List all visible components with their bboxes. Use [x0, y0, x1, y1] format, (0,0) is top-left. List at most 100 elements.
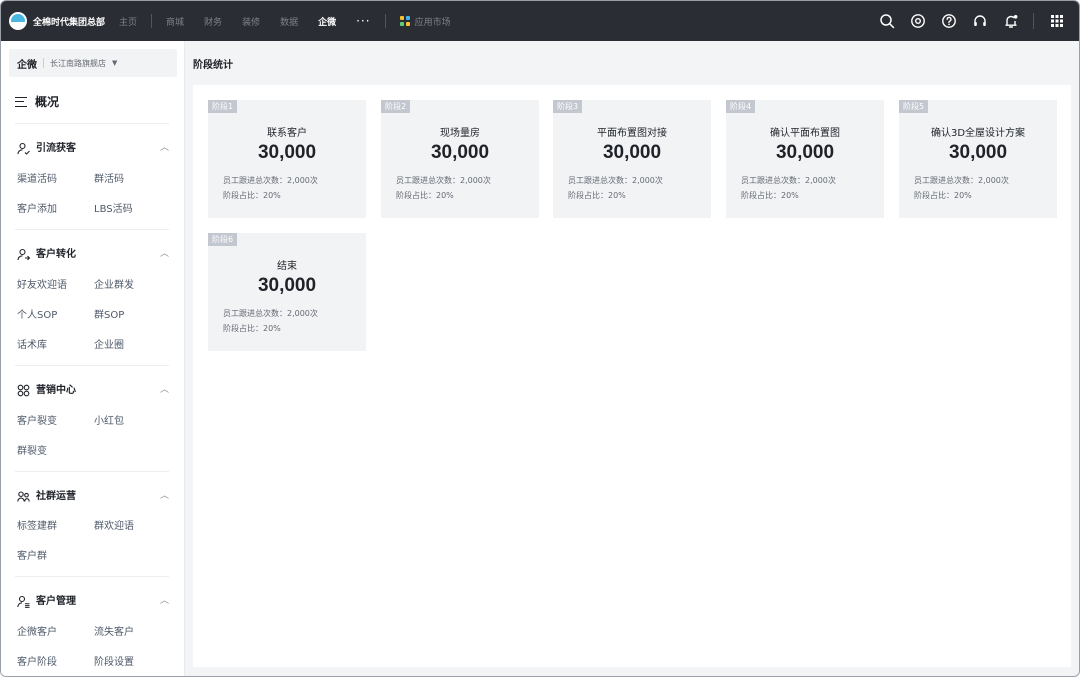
search-icon[interactable]	[879, 13, 895, 29]
stage-tag: 阶段4	[726, 100, 756, 113]
stage-card[interactable]: 阶段6 结束 30,000 员工跟进总次数：2,000次 阶段占比：20%	[208, 233, 366, 351]
customer-manage-icon	[17, 593, 30, 608]
overview-label: 概况	[35, 95, 60, 109]
stage-tag: 阶段3	[553, 100, 583, 113]
app-market-icon-cell	[405, 22, 410, 26]
app-market-button[interactable]: 应用市场	[399, 15, 451, 28]
sidebar-item-personal-sop[interactable]: 个人SOP	[17, 306, 57, 321]
stage-card[interactable]: 阶段5 确认3D全屋设计方案 30,000 员工跟进总次数：2,000次 阶段占…	[899, 100, 1057, 218]
sidebar-item-group-fission[interactable]: 群裂变	[17, 442, 47, 457]
stage-follow-count: 员工跟进总次数：2,000次	[396, 176, 491, 185]
stage-card[interactable]: 阶段4 确认平面布置图 30,000 员工跟进总次数：2,000次 阶段占比：2…	[726, 100, 884, 218]
sidebar-item-customer-fission[interactable]: 客户裂变	[17, 412, 57, 427]
sidebar-item-lbs-code[interactable]: LBS活码	[94, 200, 133, 215]
sidebar-group-label: 引流获客	[36, 143, 76, 154]
stage-follow-count: 员工跟进总次数：2,000次	[568, 176, 663, 185]
menu-lines-icon	[15, 96, 27, 107]
nav-item-home[interactable]: 主页	[119, 15, 137, 28]
stage-card[interactable]: 阶段1 联系客户 30,000 员工跟进总次数：2,000次 阶段占比：20%	[208, 100, 366, 218]
stage-name: 联系客户	[267, 128, 307, 139]
org-selector[interactable]: 企微 长江南路旗舰店 ▼	[9, 49, 177, 77]
org-divider	[43, 58, 44, 68]
sidebar-group-marketing[interactable]: 营销中心 ︿	[17, 381, 169, 397]
nav-item-decoration[interactable]: 装修	[242, 15, 260, 28]
stage-stats-panel: 阶段1 联系客户 30,000 员工跟进总次数：2,000次 阶段占比：20% …	[193, 85, 1071, 667]
more-menu-button[interactable]: ···	[356, 15, 370, 27]
top-nav: 主页 商城 财务 装修 数据 企微 ··· 应用市场	[119, 14, 451, 28]
stage-name: 平面布置图对接	[597, 128, 667, 139]
chevron-up-icon: ︿	[159, 249, 169, 259]
sidebar-item-wecom-customer[interactable]: 企微客户	[17, 623, 57, 638]
sidebar-group-customer-management[interactable]: 客户管理 ︿	[17, 592, 169, 608]
brand-logo-icon	[9, 12, 27, 30]
settings-icon[interactable]	[910, 13, 926, 29]
stage-card[interactable]: 阶段3 平面布置图对接 30,000 员工跟进总次数：2,000次 阶段占比：2…	[553, 100, 711, 218]
sidebar-group-community[interactable]: 社群运营 ︿	[17, 487, 169, 502]
sidebar-item-group-sop[interactable]: 群SOP	[94, 306, 124, 321]
help-icon[interactable]	[941, 13, 957, 29]
sidebar-item-tag-group[interactable]: 标签建群	[17, 517, 57, 532]
stage-ratio: 阶段占比：20%	[223, 324, 281, 333]
sidebar-item-overview[interactable]: 概况	[15, 93, 59, 110]
user-add-icon	[17, 140, 30, 155]
sidebar-divider	[15, 365, 169, 366]
sidebar-item-channel-code[interactable]: 渠道活码	[17, 170, 57, 185]
sidebar-item-stage-settings[interactable]: 阶段设置	[94, 653, 134, 668]
chevron-up-icon: ︿	[159, 491, 169, 501]
sidebar-item-moments[interactable]: 企业圈	[94, 336, 124, 351]
stage-value: 30,000	[602, 142, 662, 163]
sidebar-item-lost-customer[interactable]: 流失客户	[94, 623, 134, 638]
notification-icon[interactable]	[1003, 13, 1019, 29]
app-market-icon-cell	[399, 16, 404, 20]
nav-item-wecom[interactable]: 企微	[318, 15, 336, 28]
sidebar-divider	[15, 576, 169, 577]
stage-ratio: 阶段占比：20%	[741, 191, 799, 200]
sidebar-divider	[15, 471, 169, 472]
community-icon	[17, 488, 30, 502]
sidebar-item-group-code[interactable]: 群活码	[94, 170, 124, 185]
top-bar: 全棉时代集团总部 主页 商城 财务 装修 数据 企微 ··· 应用市场	[1, 1, 1079, 41]
stage-tag: 阶段2	[381, 100, 411, 113]
nav-divider	[151, 14, 153, 28]
user-convert-icon	[17, 246, 31, 261]
sidebar-group-traffic[interactable]: 引流获客 ︿	[17, 139, 169, 155]
stage-tag: 阶段5	[899, 100, 929, 113]
brand[interactable]: 全棉时代集团总部	[9, 12, 105, 30]
sidebar-item-customer-stage[interactable]: 客户阶段	[17, 653, 57, 668]
sidebar-item-group-welcome[interactable]: 群欢迎语	[94, 517, 134, 532]
stage-ratio: 阶段占比：20%	[914, 191, 972, 200]
stage-value: 30,000	[257, 142, 317, 163]
sidebar-item-mass-message[interactable]: 企业群发	[94, 276, 134, 291]
stage-value: 30,000	[775, 142, 835, 163]
nav-item-finance[interactable]: 财务	[204, 15, 222, 28]
sidebar-group-label: 客户管理	[36, 596, 76, 607]
org-tag: 企微	[17, 59, 37, 71]
stage-value: 30,000	[257, 275, 317, 296]
org-name: 长江南路旗舰店	[50, 58, 106, 68]
sidebar-item-script-library[interactable]: 话术库	[17, 336, 47, 351]
stage-ratio: 阶段占比：20%	[223, 191, 281, 200]
caret-down-icon: ▼	[112, 59, 118, 67]
nav-item-data[interactable]: 数据	[280, 15, 298, 28]
stage-value: 30,000	[948, 142, 1008, 163]
sidebar-item-welcome-message[interactable]: 好友欢迎语	[17, 276, 67, 291]
sidebar-item-customer-group[interactable]: 客户群	[17, 547, 47, 562]
stage-name: 结束	[277, 261, 297, 272]
brand-name: 全棉时代集团总部	[33, 17, 106, 28]
headset-icon[interactable]	[972, 13, 988, 29]
sidebar-group-label: 客户转化	[36, 249, 76, 260]
stage-card[interactable]: 阶段2 现场量房 30,000 员工跟进总次数：2,000次 阶段占比：20%	[381, 100, 539, 218]
apps-grid-icon[interactable]	[1049, 13, 1065, 29]
stage-name: 确认平面布置图	[770, 128, 840, 139]
sidebar-divider	[15, 123, 169, 124]
toolbar	[864, 1, 1065, 41]
stage-name: 确认3D全屋设计方案	[930, 128, 1026, 139]
sidebar-item-customer-add[interactable]: 客户添加	[17, 200, 57, 215]
stage-follow-count: 员工跟进总次数：2,000次	[223, 309, 318, 318]
sidebar-group-conversion[interactable]: 客户转化 ︿	[17, 245, 169, 261]
app-market-icon-cell	[405, 16, 410, 20]
stage-ratio: 阶段占比：20%	[396, 191, 454, 200]
sidebar-item-red-packet[interactable]: 小红包	[94, 412, 124, 427]
nav-item-mall[interactable]: 商城	[166, 15, 184, 28]
stage-follow-count: 员工跟进总次数：2,000次	[223, 176, 318, 185]
